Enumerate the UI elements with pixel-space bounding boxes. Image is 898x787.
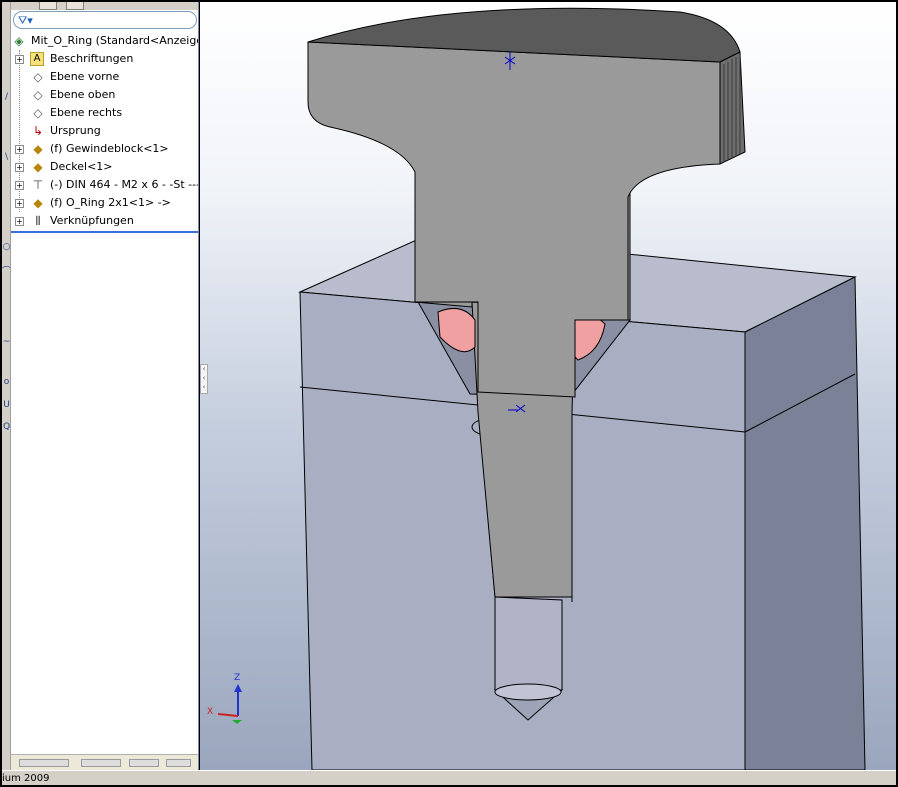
panel-splitter[interactable] (11, 231, 198, 233)
tree-item-label: Ursprung (50, 124, 101, 137)
origin-icon: ↳ (32, 124, 44, 138)
scroll-segment[interactable] (19, 759, 69, 767)
tree-root-label: Mit_O_Ring (Standard<Anzeigesta (31, 34, 198, 47)
expand-icon[interactable]: + (15, 199, 24, 208)
tree-item-verknuepfungen[interactable]: + ⫴ Verknüpfungen (11, 212, 198, 230)
triad-z-label: Z (234, 673, 241, 683)
triad-x-label: X (207, 707, 214, 717)
tree-item-o-ring[interactable]: + ◆ (f) O_Ring 2x1<1> -> (11, 194, 198, 212)
tree-item-label: (f) O_Ring 2x1<1> -> (50, 196, 171, 209)
command-strip: / \ ○ ⌒ ~ o U Q (2, 2, 11, 770)
tree-item-label: Ebene oben (50, 88, 116, 101)
line-tool-icon[interactable]: \ (2, 152, 10, 162)
expand-icon[interactable]: + (15, 217, 24, 226)
arc-tool-icon[interactable]: ⌒ (2, 267, 10, 277)
panel-scrollbar[interactable] (11, 754, 198, 770)
tree-item-label: Deckel<1> (50, 160, 113, 173)
expand-icon[interactable]: + (15, 163, 24, 172)
expand-icon[interactable]: + (15, 145, 24, 154)
assembly-icon: ◈ (14, 34, 24, 48)
zoom-tool-icon[interactable]: Q (2, 422, 10, 432)
sketch-tool-icon[interactable]: / (2, 92, 10, 102)
tab-property-manager[interactable] (66, 2, 84, 10)
spline-tool-icon[interactable]: ~ (2, 337, 10, 347)
status-bar: ium 2009 (2, 770, 896, 785)
tree-item-label: (-) DIN 464 - M2 x 6 - -St --- 6N (50, 178, 199, 191)
graphics-viewport[interactable]: Z X ‹ ‹ ‹ (200, 2, 896, 770)
tree-item-ebene-rechts[interactable]: ◇ Ebene rechts (11, 104, 198, 122)
plane-icon: ◇ (33, 88, 43, 102)
annotations-icon: A (30, 52, 44, 66)
tree-item-ursprung[interactable]: ↳ Ursprung (11, 122, 198, 140)
tree-filter-input[interactable]: ⛛▾ (13, 11, 197, 29)
tree-root[interactable]: ◈ Mit_O_Ring (Standard<Anzeigesta (11, 32, 198, 50)
screw-tip (494, 596, 563, 691)
status-text: ium 2009 (2, 773, 50, 784)
ellipse-tool-icon[interactable]: o (2, 377, 10, 387)
mates-icon: ⫴ (35, 214, 41, 228)
scroll-segment[interactable] (166, 759, 191, 767)
trim-tool-icon[interactable]: U (2, 400, 10, 410)
tree-item-label: Ebene vorne (50, 70, 120, 83)
tree-item-ebene-vorne[interactable]: ◇ Ebene vorne (11, 68, 198, 86)
scroll-segment[interactable] (81, 759, 121, 767)
part-icon: ◆ (33, 196, 43, 210)
tab-feature-manager[interactable] (39, 2, 57, 10)
screw-tip-edge (494, 683, 562, 701)
panel-collapse-handle[interactable]: ‹ ‹ ‹ (200, 364, 208, 394)
panel-tabs (11, 2, 198, 10)
tree-item-label: Verknüpfungen (50, 214, 134, 227)
tree-item-label: (f) Gewindeblock<1> (50, 142, 169, 155)
tree-item-din464[interactable]: + ⊤ (-) DIN 464 - M2 x 6 - -St --- 6N (11, 176, 199, 194)
model-view (217, 7, 866, 770)
tree-item-beschriftungen[interactable]: + A Beschriftungen (11, 50, 198, 68)
coordinate-triad (217, 684, 242, 724)
expand-icon[interactable]: + (15, 55, 24, 64)
filter-icon[interactable]: ⛛▾ (18, 14, 36, 27)
plane-icon: ◇ (33, 106, 43, 120)
part-icon: ◆ (33, 142, 43, 156)
part-icon: ◆ (33, 160, 43, 174)
tree-item-deckel[interactable]: + ◆ Deckel<1> (11, 158, 198, 176)
plane-icon: ◇ (33, 70, 43, 84)
tree-item-ebene-oben[interactable]: ◇ Ebene oben (11, 86, 198, 104)
feature-manager-panel: ⛛▾ ◈ Mit_O_Ring (Standard<Anzeigesta + A… (11, 2, 199, 770)
block-side-face (744, 276, 866, 770)
scroll-segment[interactable] (129, 759, 159, 767)
screw-icon: ⊤ (32, 178, 44, 192)
expand-icon[interactable]: + (15, 181, 24, 190)
tree-item-label: Beschriftungen (50, 52, 134, 65)
circle-tool-icon[interactable]: ○ (2, 242, 10, 252)
tree-item-label: Ebene rechts (50, 106, 123, 119)
tree-item-gewindeblock[interactable]: + ◆ (f) Gewindeblock<1> (11, 140, 198, 158)
